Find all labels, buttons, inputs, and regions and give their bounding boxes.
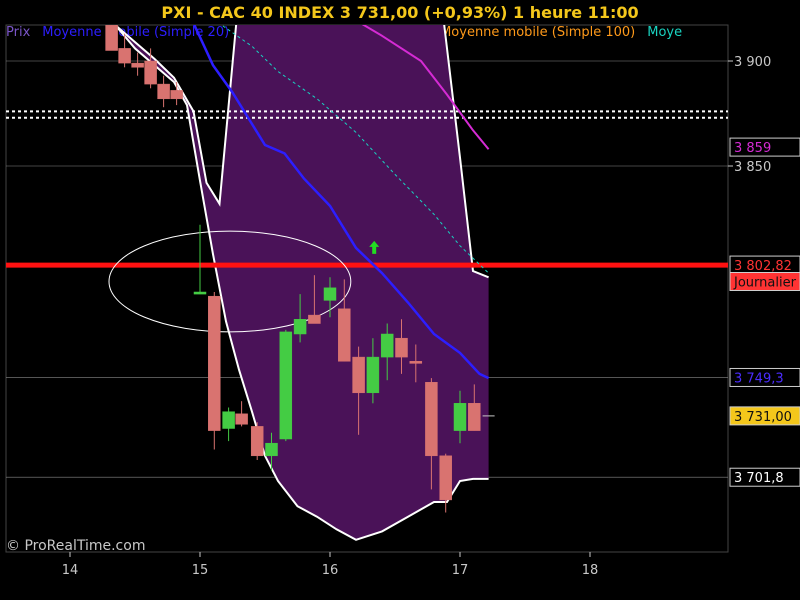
- candle-body: [170, 90, 183, 100]
- candle-body: [222, 411, 235, 429]
- candle-body: [308, 314, 321, 324]
- candle-body: [208, 295, 221, 431]
- price-tag-label: 3 859: [734, 141, 771, 156]
- candle-body: [118, 48, 131, 64]
- candle-body: [131, 62, 144, 68]
- x-tick-label: 15: [192, 563, 209, 578]
- candle-body: [439, 455, 452, 501]
- candle-body: [250, 426, 264, 457]
- x-tick-label: 17: [452, 563, 469, 578]
- x-tick-label: 16: [322, 563, 339, 578]
- price-tag-label: 3 731,00: [734, 410, 792, 425]
- candle-body: [338, 308, 351, 362]
- price-tag-label: 3 802,82: [734, 259, 792, 274]
- x-tick-label: 14: [62, 563, 79, 578]
- candle-body: [468, 403, 481, 431]
- candle-body: [352, 356, 365, 394]
- candle-body: [425, 382, 438, 457]
- candle-body: [366, 356, 380, 394]
- y-tick-label: 3 850: [734, 160, 771, 175]
- x-tick-label: 18: [582, 563, 599, 578]
- candle-body: [265, 442, 278, 457]
- candle-body: [193, 291, 207, 295]
- candle-body: [409, 361, 423, 364]
- candle-body: [157, 83, 170, 100]
- candle-body: [235, 413, 248, 425]
- candle-body: [323, 287, 337, 301]
- candle-body: [293, 319, 307, 335]
- plot-layer: [6, 25, 728, 541]
- watermark: © ProRealTime.com: [6, 538, 146, 554]
- candle-body: [279, 331, 293, 440]
- candle-body: [380, 333, 394, 358]
- price-chart[interactable]: 3 900 3 850 3 859 3 802,82 Journalier 3 749,3…: [0, 0, 800, 600]
- candle-body: [144, 60, 157, 85]
- candle-body: [395, 337, 408, 358]
- y-tick-label: 3 900: [734, 55, 771, 70]
- price-tag-label: Journalier: [733, 276, 797, 291]
- price-tag-label: 3 701,8: [734, 471, 784, 486]
- candle-body: [453, 403, 467, 431]
- candle-body: [105, 25, 118, 51]
- price-tag-label: 3 749,3: [734, 371, 784, 386]
